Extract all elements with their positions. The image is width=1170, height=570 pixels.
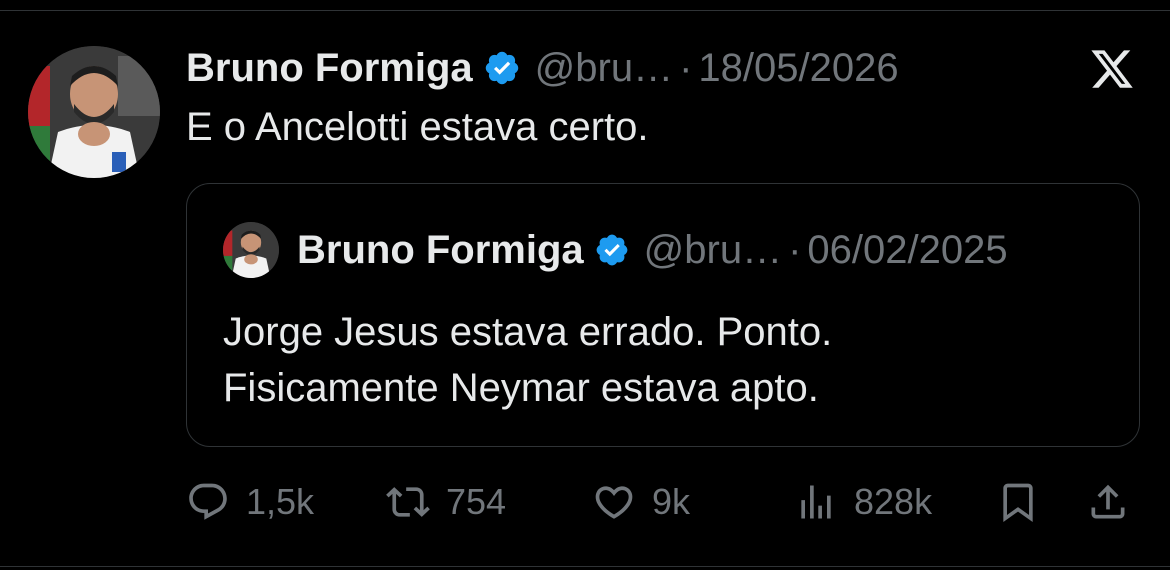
verified-badge-icon bbox=[594, 232, 630, 268]
tweet-text: E o Ancelotti estava certo. bbox=[186, 105, 649, 149]
avatar-photo bbox=[28, 46, 160, 178]
reply-button[interactable]: 1,5k bbox=[186, 474, 314, 530]
quote-author-handle[interactable]: @bru… bbox=[644, 228, 782, 273]
dot-separator: · bbox=[788, 227, 802, 272]
share-icon bbox=[1091, 484, 1125, 519]
repost-button[interactable]: 754 bbox=[386, 474, 506, 530]
quote-text: Jorge Jesus estava errado. Ponto. Fisica… bbox=[223, 304, 832, 416]
verified-badge-icon bbox=[483, 49, 521, 87]
action-bar: 1,5k 754 9k 828k bbox=[186, 474, 1140, 530]
view-count: 828k bbox=[854, 481, 933, 522]
quote-header: Bruno Formiga @bru… · 06/02/2025 bbox=[297, 222, 1008, 278]
like-button[interactable]: 9k bbox=[592, 474, 690, 530]
bottom-divider bbox=[0, 566, 1170, 567]
tweet-header: Bruno Formiga @bru… · 18/05/2026 bbox=[186, 40, 899, 96]
views-button[interactable]: 828k bbox=[794, 474, 932, 530]
share-button[interactable] bbox=[1086, 474, 1130, 530]
reply-icon bbox=[189, 483, 227, 520]
quote-text-line: Jorge Jesus estava errado. Ponto. bbox=[223, 310, 833, 354]
avatar[interactable] bbox=[28, 46, 160, 178]
bookmark-button[interactable] bbox=[996, 474, 1040, 530]
quoted-tweet[interactable]: Bruno Formiga @bru… · 06/02/2025 Jorge J… bbox=[186, 183, 1140, 447]
reply-count: 1,5k bbox=[246, 481, 315, 522]
quote-author-name[interactable]: Bruno Formiga bbox=[297, 228, 584, 273]
heart-icon bbox=[595, 486, 633, 519]
dot-separator: · bbox=[679, 45, 693, 90]
quote-avatar-photo bbox=[223, 222, 279, 278]
repost-icon bbox=[386, 487, 430, 517]
x-logo-icon bbox=[1086, 46, 1138, 92]
bookmark-icon bbox=[1003, 483, 1033, 523]
views-icon bbox=[801, 485, 831, 519]
quote-date[interactable]: 06/02/2025 bbox=[807, 228, 1007, 273]
author-handle[interactable]: @bru… bbox=[535, 46, 673, 91]
repost-count: 754 bbox=[446, 481, 507, 522]
quote-avatar[interactable] bbox=[223, 222, 279, 278]
quote-text-line: Fisicamente Neymar estava apto. bbox=[223, 366, 819, 410]
like-count: 9k bbox=[652, 481, 691, 522]
author-name[interactable]: Bruno Formiga bbox=[186, 46, 473, 91]
top-divider bbox=[0, 10, 1170, 11]
tweet-date[interactable]: 18/05/2026 bbox=[698, 46, 898, 91]
